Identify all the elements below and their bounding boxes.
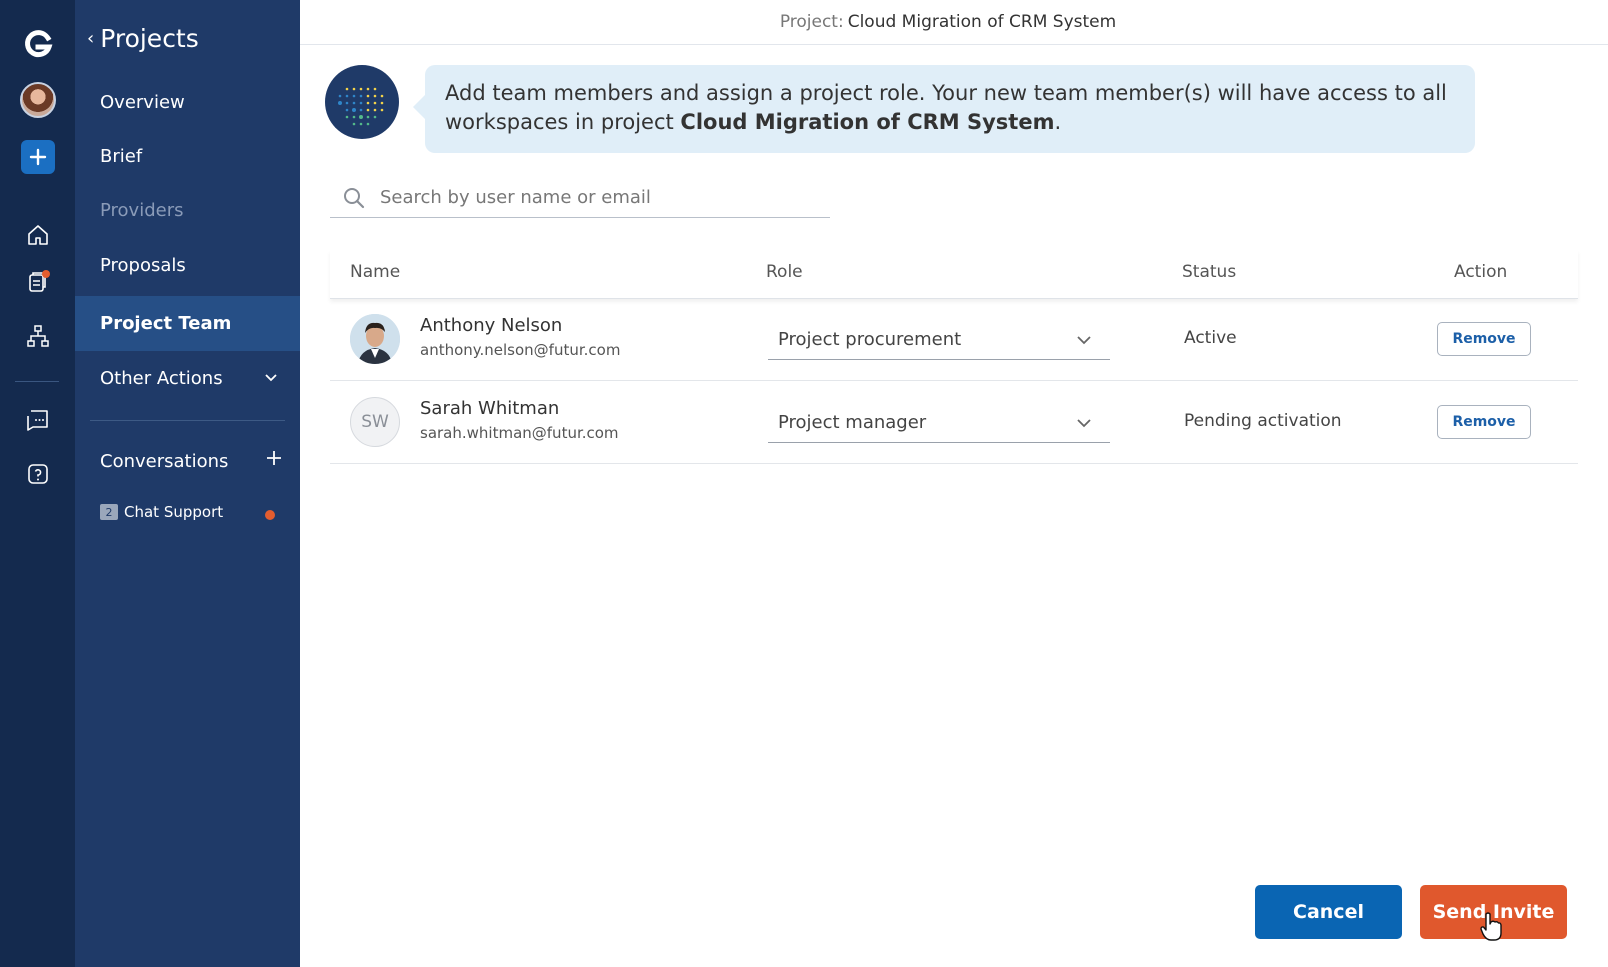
avatar: [350, 314, 400, 364]
nav-item-proposals[interactable]: Proposals: [75, 238, 300, 293]
role-value: Project manager: [778, 412, 927, 433]
chevron-down-icon: [265, 374, 277, 382]
table-row: SW Sarah Whitman sarah.whitman@futur.com…: [330, 381, 1578, 464]
cancel-button[interactable]: Cancel: [1255, 885, 1402, 939]
rail-divider: [15, 381, 59, 382]
member-name: Sarah Whitman: [420, 398, 560, 419]
table-row: Anthony Nelson anthony.nelson@futur.com …: [330, 298, 1578, 381]
chat-icon[interactable]: [0, 400, 75, 440]
member-name: Anthony Nelson: [420, 315, 563, 336]
user-avatar[interactable]: [0, 78, 75, 122]
role-select[interactable]: Project procurement: [768, 320, 1110, 360]
org-chart-icon[interactable]: [0, 316, 75, 356]
nav-item-overview[interactable]: Overview: [75, 75, 300, 130]
conversations-heading: Conversations: [100, 451, 229, 472]
project-nav: ‹ Projects Overview Brief Providers Prop…: [75, 0, 300, 967]
info-message: Add team members and assign a project ro…: [413, 65, 1475, 153]
conversation-item-chat-support[interactable]: 2 Chat Support: [100, 503, 223, 521]
nav-item-label: Overview: [100, 92, 185, 113]
conversation-label: Chat Support: [124, 503, 224, 521]
unread-count-badge: 2: [100, 504, 118, 520]
project-logo: [325, 65, 399, 139]
plus-icon: [29, 148, 46, 166]
remove-button[interactable]: Remove: [1437, 322, 1531, 356]
nav-item-label: Proposals: [100, 255, 186, 276]
project-name: Cloud Migration of CRM System: [847, 12, 1117, 32]
home-icon[interactable]: [0, 215, 75, 255]
member-email: sarah.whitman@futur.com: [420, 424, 619, 442]
plus-icon: [267, 451, 281, 465]
nav-item-label: Providers: [100, 200, 184, 221]
back-to-projects[interactable]: ‹ Projects: [87, 24, 199, 53]
hand-cursor-icon: [1480, 912, 1502, 941]
member-email: anthony.nelson@futur.com: [420, 341, 621, 359]
nav-divider: [90, 420, 285, 421]
nav-item-other-actions[interactable]: Other Actions: [75, 351, 300, 406]
project-label: Project:: [779, 12, 844, 32]
role-select[interactable]: Project manager: [768, 403, 1110, 443]
create-button[interactable]: [0, 138, 75, 176]
nav-item-providers: Providers: [75, 183, 300, 238]
g-logo-icon[interactable]: [0, 22, 75, 66]
nav-item-label: Project Team: [100, 313, 232, 334]
info-project-name: Cloud Migration of CRM System: [680, 110, 1055, 134]
remove-button[interactable]: Remove: [1437, 405, 1531, 439]
chevron-down-icon: [1077, 419, 1091, 428]
search-icon: [344, 187, 365, 208]
nav-item-brief[interactable]: Brief: [75, 129, 300, 184]
column-header-action: Action: [1454, 262, 1508, 282]
main-content: Project: Cloud Migration of CRM System A…: [300, 0, 1608, 967]
member-status: Pending activation: [1184, 411, 1342, 431]
search-input[interactable]: Search by user name or email: [380, 187, 651, 208]
chevron-left-icon: ‹: [87, 28, 95, 49]
nav-item-project-team[interactable]: Project Team: [75, 296, 300, 351]
documents-icon[interactable]: [0, 262, 75, 302]
icon-rail: [0, 0, 75, 967]
nav-item-label: Brief: [100, 146, 143, 167]
chevron-down-icon: [1077, 336, 1091, 345]
nav-item-label: Other Actions: [100, 368, 223, 389]
project-header: Project: Cloud Migration of CRM System: [300, 0, 1608, 45]
add-conversation-button[interactable]: [262, 446, 286, 470]
avatar: SW: [350, 397, 400, 447]
info-end: .: [1054, 110, 1062, 134]
team-table-header: Name Role Status Action: [330, 250, 1578, 299]
nav-title: Projects: [100, 24, 199, 53]
user-search[interactable]: Search by user name or email: [330, 178, 830, 218]
unread-indicator: [265, 510, 275, 520]
column-header-status[interactable]: Status: [1182, 262, 1236, 282]
role-value: Project procurement: [778, 329, 962, 350]
column-header-name[interactable]: Name: [350, 262, 400, 282]
member-status: Active: [1184, 328, 1237, 348]
column-header-role[interactable]: Role: [766, 262, 803, 282]
help-icon[interactable]: [0, 454, 75, 494]
